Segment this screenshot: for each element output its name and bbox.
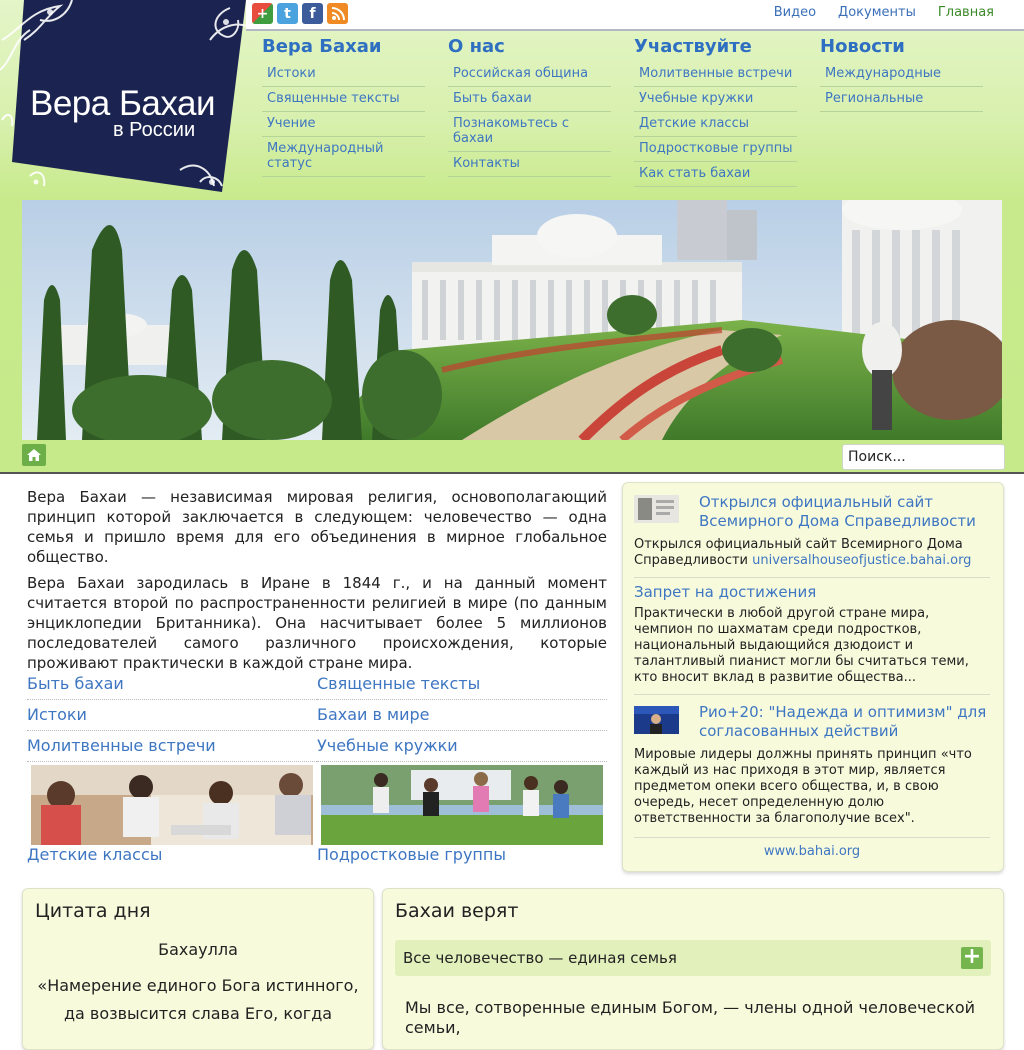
menu-item[interactable]: Детские классы <box>634 112 797 137</box>
beliefs-box: Бахаи верят Все человечество — единая се… <box>382 888 1004 1050</box>
news-divider <box>634 837 990 838</box>
menu-title[interactable]: Новости <box>820 36 986 57</box>
news-item: Рио+20: "Надежда и оптимизм" для согласо… <box>634 703 990 859</box>
belief-accordion[interactable]: Все человечество — единая семья + <box>395 940 991 976</box>
logo-title: Вера Бахаи <box>30 84 216 123</box>
menu-title[interactable]: Вера Бахаи <box>262 36 428 57</box>
menu-item[interactable]: Международный статус <box>262 137 425 177</box>
banner-image <box>22 200 1002 440</box>
news-item: Открылся официальный сайт Всемирного Дом… <box>634 493 990 578</box>
news-divider <box>634 694 990 695</box>
menu-item[interactable]: Международные <box>820 62 983 87</box>
quote-heading: Цитата дня <box>35 900 151 922</box>
menu-item[interactable]: Учение <box>262 112 425 137</box>
menu-title[interactable]: О нас <box>448 36 614 57</box>
news-title[interactable]: Открылся официальный сайт Всемирного Дом… <box>634 493 990 531</box>
news-thumbnail[interactable] <box>634 706 679 734</box>
social-links: + t f <box>252 3 348 24</box>
news-divider <box>634 577 990 578</box>
menu-news: Новости Международные Региональные <box>820 36 986 112</box>
twitter-icon[interactable]: t <box>277 3 298 24</box>
expand-plus-icon[interactable]: + <box>961 946 983 969</box>
youth-groups-photo[interactable] <box>321 765 603 845</box>
news-text: Открылся официальный сайт Всемирного Дом… <box>634 537 990 577</box>
google-plus-icon[interactable]: + <box>252 3 273 24</box>
photo-caption[interactable]: Детские классы <box>27 845 162 864</box>
menu-item[interactable]: Подростковые группы <box>634 137 797 162</box>
logo-subtitle: в России <box>113 119 196 141</box>
intro-paragraph-1: Вера Бахаи — независимая мировая религия… <box>27 488 607 566</box>
quick-link[interactable]: Бахаи в мире <box>317 705 607 731</box>
menu-item[interactable]: Региональные <box>820 87 983 112</box>
beliefs-heading: Бахаи верят <box>395 900 519 922</box>
news-footer-link[interactable]: www.bahai.org <box>634 844 990 859</box>
quick-links: Быть бахаи Священные тексты Истоки Бахаи… <box>27 674 607 767</box>
intro-paragraph-2: Вера Бахаи зародилась в Иране в 1844 г.,… <box>27 574 607 672</box>
news-title[interactable]: Рио+20: "Надежда и оптимизм" для согласо… <box>634 703 990 741</box>
site-header: Вера Бахаи в России + t f Видео Документ… <box>0 0 1024 474</box>
top-link-video[interactable]: Видео <box>774 5 816 20</box>
quote-text: «Намерение единого Бога истинного, да во… <box>37 976 359 1023</box>
news-thumbnail[interactable] <box>634 495 679 523</box>
top-link-home[interactable]: Главная <box>938 5 994 20</box>
news-text: Практически в любой другой стране мира, … <box>634 606 969 685</box>
top-link-documents[interactable]: Документы <box>838 5 916 20</box>
menu-about: О нас Российская община Быть бахаи Позна… <box>448 36 614 177</box>
rss-icon[interactable] <box>327 3 348 24</box>
menu-item[interactable]: Учебные кружки <box>634 87 797 112</box>
quick-link[interactable]: Молитвенные встречи <box>27 736 317 762</box>
facebook-icon[interactable]: f <box>302 3 323 24</box>
news-link[interactable]: universalhouseofjustice.bahai.org <box>752 553 971 568</box>
quick-link[interactable]: Учебные кружки <box>317 736 607 762</box>
menu-title[interactable]: Участвуйте <box>634 36 800 57</box>
quote-of-the-day-box: Цитата дня Бахаулла «Намерение единого Б… <box>22 888 374 1050</box>
news-title[interactable]: Запрет на достижения <box>634 583 990 602</box>
children-classes-photo[interactable] <box>31 765 313 845</box>
menu-participate: Участвуйте Молитвенные встречи Учебные к… <box>634 36 800 187</box>
quick-link[interactable]: Быть бахаи <box>27 674 317 700</box>
site-logo[interactable]: Вера Бахаи в России <box>0 0 247 196</box>
quick-link[interactable]: Истоки <box>27 705 317 731</box>
menu-item[interactable]: Священные тексты <box>262 87 425 112</box>
search-input[interactable]: Поиск... <box>842 444 1005 470</box>
menu-item[interactable]: Познакомьтесь с бахаи <box>448 112 611 152</box>
menu-item[interactable]: Российская община <box>448 62 611 87</box>
news-text: Мировые лидеры должны принять принцип «ч… <box>634 747 972 826</box>
news-box: Открылся официальный сайт Всемирного Дом… <box>622 482 1004 872</box>
menu-item[interactable]: Молитвенные встречи <box>634 62 797 87</box>
menu-item[interactable]: Истоки <box>262 62 425 87</box>
quick-link[interactable]: Священные тексты <box>317 674 607 700</box>
home-icon[interactable] <box>22 444 46 466</box>
belief-title[interactable]: Все человечество — единая семья <box>403 949 677 967</box>
header-divider <box>0 472 1024 474</box>
quote-author: Бахаулла <box>158 940 238 959</box>
menu-item[interactable]: Как стать бахаи <box>634 162 797 187</box>
menu-item[interactable]: Быть бахаи <box>448 87 611 112</box>
photo-caption[interactable]: Подростковые группы <box>317 845 506 864</box>
intro-text: Вера Бахаи — независимая мировая религия… <box>27 487 607 679</box>
menu-item[interactable]: Контакты <box>448 152 611 177</box>
news-item: Запрет на достижения Практически в любой… <box>634 583 990 695</box>
top-links: Видео Документы Главная <box>774 5 994 20</box>
belief-text: Мы все, сотворенные единым Богом, — член… <box>405 998 976 1037</box>
menu-bahai-faith: Вера Бахаи Истоки Священные тексты Учени… <box>262 36 428 177</box>
